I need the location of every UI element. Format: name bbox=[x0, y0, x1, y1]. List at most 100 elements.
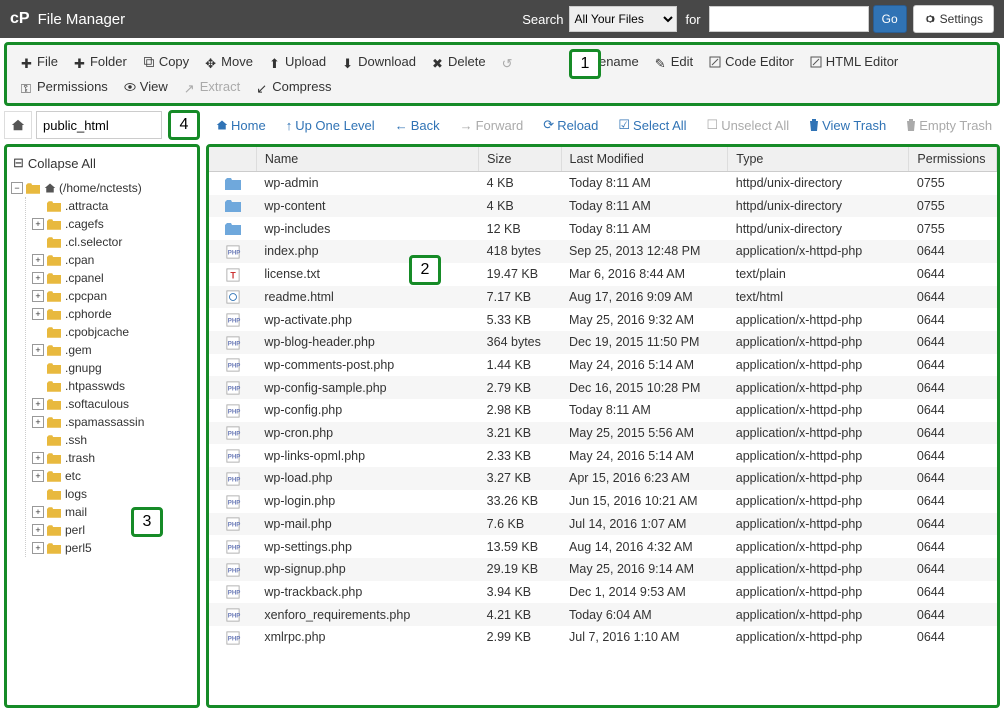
table-row[interactable]: PHPwp-comments-post.php1.44 KBMay 24, 20… bbox=[209, 354, 997, 377]
tree-item[interactable]: +perl bbox=[32, 521, 193, 539]
nav-view-trash[interactable]: View Trash bbox=[803, 114, 892, 137]
nav-unselect-all[interactable]: ☐Unselect All bbox=[701, 113, 796, 137]
compress-button[interactable]: ↙Compress bbox=[248, 74, 339, 99]
delete-button[interactable]: ✖Delete bbox=[424, 49, 494, 74]
cell-size: 13.59 KB bbox=[479, 535, 561, 558]
expand-toggle[interactable]: + bbox=[32, 218, 44, 230]
tree-item[interactable]: logs bbox=[32, 485, 193, 503]
table-row[interactable]: PHPxmlrpc.php2.99 KBJul 7, 2016 1:10 AMa… bbox=[209, 626, 997, 649]
table-row[interactable]: PHPwp-links-opml.php2.33 KBMay 24, 2016 … bbox=[209, 444, 997, 467]
table-row[interactable]: PHPwp-settings.php13.59 KBAug 14, 2016 4… bbox=[209, 535, 997, 558]
table-row[interactable]: PHPindex.php418 bytesSep 25, 2013 12:48 … bbox=[209, 240, 997, 263]
svg-text:PHP: PHP bbox=[227, 318, 240, 325]
nav-forward[interactable]: →Forward bbox=[454, 114, 530, 137]
expand-toggle[interactable]: + bbox=[32, 272, 44, 284]
table-row[interactable]: readme.html7.17 KBAug 17, 2016 9:09 AMte… bbox=[209, 286, 997, 309]
table-row[interactable]: Tlicense.txt19.47 KBMar 6, 2016 8:44 AMt… bbox=[209, 263, 997, 286]
expand-toggle[interactable]: + bbox=[32, 470, 44, 482]
tree-root[interactable]: − (/home/nctests) bbox=[11, 179, 193, 197]
nav-reload[interactable]: ⟳Reload bbox=[537, 113, 604, 137]
col-perm-header[interactable]: Permissions bbox=[909, 147, 997, 172]
copy-button[interactable]: Copy bbox=[135, 49, 197, 74]
tree-item[interactable]: +.trash bbox=[32, 449, 193, 467]
go-button[interactable]: Go bbox=[873, 5, 907, 33]
nav-home[interactable]: Home bbox=[210, 114, 272, 137]
table-row[interactable]: PHPwp-trackback.php3.94 KBDec 1, 2014 9:… bbox=[209, 581, 997, 604]
expand-toggle[interactable]: + bbox=[32, 416, 44, 428]
table-row[interactable]: PHPwp-signup.php29.19 KBMay 25, 2016 9:1… bbox=[209, 558, 997, 581]
expand-toggle[interactable]: + bbox=[32, 398, 44, 410]
expand-toggle[interactable]: + bbox=[32, 452, 44, 464]
table-row[interactable]: PHPwp-mail.php7.6 KBJul 14, 2016 1:07 AM… bbox=[209, 513, 997, 536]
edit-button[interactable]: ✎Edit bbox=[647, 49, 701, 74]
tree-item[interactable]: .cl.selector bbox=[32, 233, 193, 251]
table-row[interactable]: PHPwp-cron.php3.21 KBMay 25, 2015 5:56 A… bbox=[209, 422, 997, 445]
table-row[interactable]: PHPwp-config-sample.php2.79 KBDec 16, 20… bbox=[209, 376, 997, 399]
file-button[interactable]: ✚File bbox=[13, 49, 66, 74]
table-row[interactable]: wp-content4 KBToday 8:11 AMhttpd/unix-di… bbox=[209, 195, 997, 218]
html-editor-button[interactable]: HTML Editor bbox=[802, 49, 906, 74]
tree-item[interactable]: +.gem bbox=[32, 341, 193, 359]
nav-back[interactable]: ←Back bbox=[389, 114, 446, 137]
tree-item[interactable]: .htpasswds bbox=[32, 377, 193, 395]
upload-button[interactable]: ⬆Upload bbox=[261, 49, 334, 74]
download-button[interactable]: ⬇Download bbox=[334, 49, 424, 74]
svg-text:PHP: PHP bbox=[227, 567, 240, 574]
extract-button[interactable]: ↗Extract bbox=[176, 74, 248, 99]
col-name-header[interactable]: Name bbox=[256, 147, 478, 172]
tree-item[interactable]: +.cpan bbox=[32, 251, 193, 269]
reload-icon: ⟳ bbox=[543, 117, 554, 133]
tree-item[interactable]: .gnupg bbox=[32, 359, 193, 377]
expand-toggle[interactable]: + bbox=[32, 344, 44, 356]
code-editor-button[interactable]: Code Editor bbox=[701, 49, 802, 74]
folder-icon bbox=[225, 177, 241, 191]
expand-toggle[interactable]: + bbox=[32, 254, 44, 266]
col-size-header[interactable]: Size bbox=[479, 147, 561, 172]
tree-item[interactable]: +mail bbox=[32, 503, 193, 521]
home-root-button[interactable] bbox=[4, 111, 32, 139]
table-row[interactable]: PHPxenforo_requirements.php4.21 KBToday … bbox=[209, 603, 997, 626]
tree-item[interactable]: .ssh bbox=[32, 431, 193, 449]
move-button[interactable]: ✥Move bbox=[197, 49, 261, 74]
collapse-toggle[interactable]: − bbox=[11, 182, 23, 194]
collapse-all-button[interactable]: ⊟ Collapse All bbox=[11, 151, 193, 175]
cell-size: 5.33 KB bbox=[479, 308, 561, 331]
tree-item[interactable]: +.cagefs bbox=[32, 215, 193, 233]
col-type-header[interactable]: Type bbox=[728, 147, 909, 172]
tree-item[interactable]: +.cpcpan bbox=[32, 287, 193, 305]
expand-toggle[interactable]: + bbox=[32, 506, 44, 518]
tree-item[interactable]: +etc bbox=[32, 467, 193, 485]
tree-item[interactable]: +.cphorde bbox=[32, 305, 193, 323]
search-input[interactable] bbox=[709, 6, 869, 32]
table-row[interactable]: PHPwp-login.php33.26 KBJun 15, 2016 10:2… bbox=[209, 490, 997, 513]
tree-item[interactable]: +.cpanel bbox=[32, 269, 193, 287]
tree-item[interactable]: +perl5 bbox=[32, 539, 193, 557]
table-row[interactable]: PHPwp-config.php2.98 KBToday 8:11 AMappl… bbox=[209, 399, 997, 422]
table-row[interactable]: PHPwp-activate.php5.33 KBMay 25, 2016 9:… bbox=[209, 308, 997, 331]
restore-button[interactable]: ↺ bbox=[494, 51, 526, 73]
tree-item[interactable]: +.spamassassin bbox=[32, 413, 193, 431]
nav-select-all[interactable]: ☑Select All bbox=[612, 113, 692, 137]
cell-perm: 0644 bbox=[909, 263, 997, 286]
nav-up[interactable]: ↑Up One Level bbox=[280, 114, 381, 137]
path-input[interactable] bbox=[36, 111, 162, 139]
expand-toggle[interactable]: + bbox=[32, 290, 44, 302]
table-row[interactable]: PHPwp-blog-header.php364 bytesDec 19, 20… bbox=[209, 331, 997, 354]
tree-item[interactable]: +.softaculous bbox=[32, 395, 193, 413]
col-icon-header[interactable] bbox=[209, 147, 256, 172]
folder-button[interactable]: ✚Folder bbox=[66, 49, 135, 74]
table-row[interactable]: wp-admin4 KBToday 8:11 AMhttpd/unix-dire… bbox=[209, 172, 997, 195]
nav-empty-trash[interactable]: Empty Trash bbox=[900, 114, 998, 137]
expand-toggle[interactable]: + bbox=[32, 308, 44, 320]
view-button[interactable]: View bbox=[116, 74, 176, 99]
expand-toggle[interactable]: + bbox=[32, 524, 44, 536]
settings-button[interactable]: Settings bbox=[913, 5, 994, 33]
col-modified-header[interactable]: Last Modified bbox=[561, 147, 728, 172]
table-row[interactable]: wp-includes12 KBToday 8:11 AMhttpd/unix-… bbox=[209, 217, 997, 240]
tree-item[interactable]: .cpobjcache bbox=[32, 323, 193, 341]
permissions-button[interactable]: ⚿Permissions bbox=[13, 74, 116, 99]
search-scope-select[interactable]: All Your Files bbox=[569, 6, 677, 32]
table-row[interactable]: PHPwp-load.php3.27 KBApr 15, 2016 6:23 A… bbox=[209, 467, 997, 490]
tree-item[interactable]: .attracta bbox=[32, 197, 193, 215]
expand-toggle[interactable]: + bbox=[32, 542, 44, 554]
